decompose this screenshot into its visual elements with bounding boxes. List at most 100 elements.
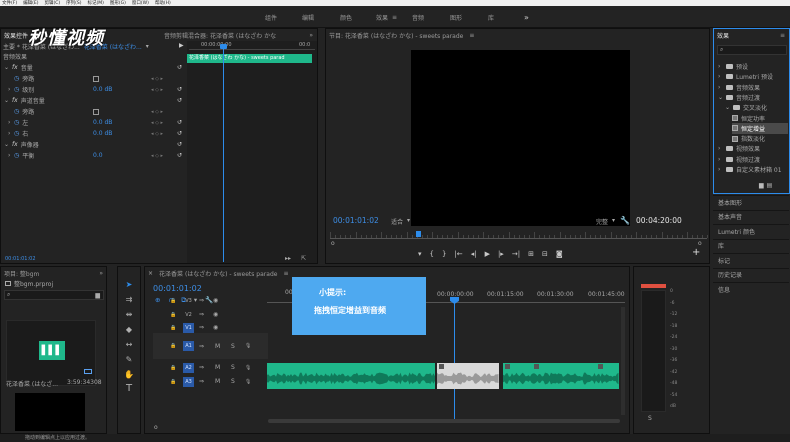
lock-icon[interactable]: 🔒	[170, 312, 176, 318]
track-target[interactable]: A3	[183, 376, 194, 387]
play-triangle-icon[interactable]: ▶	[179, 42, 184, 49]
chevron-right-icon[interactable]: ›	[718, 63, 724, 70]
chevron-down-icon[interactable]: ⌄	[725, 104, 731, 111]
chevron-down-icon[interactable]: ▾	[146, 43, 149, 50]
mute-button[interactable]: M	[215, 364, 220, 371]
effects-tree-item[interactable]: › 自定义素材箱 01	[718, 164, 788, 175]
track-header-v3[interactable]: 🔒 V3 ⇒ ◉	[153, 294, 268, 307]
project-item-thumb[interactable]: ▌▌▌	[6, 320, 96, 386]
insert-icon[interactable]: ⊞	[528, 250, 534, 258]
workspace-graphics[interactable]: 图形	[450, 7, 462, 27]
sync-lock-icon[interactable]: ⇒	[199, 311, 204, 318]
keyframe-nav[interactable]: ◂ ◇ ▸	[151, 87, 163, 93]
side-panel-tab[interactable]: Lumetri 颜色	[713, 224, 789, 237]
mini-clip[interactable]: 花泽香菜 (はなざわ かな) - sweets parad	[187, 54, 312, 63]
workspace-editing[interactable]: 编辑	[302, 7, 314, 27]
reset-icon[interactable]: ↺	[177, 152, 182, 159]
step-forward-icon[interactable]: |▸	[498, 250, 504, 258]
track-target[interactable]: A2	[183, 362, 194, 373]
quality-dropdown[interactable]: 完整 ▾	[596, 217, 615, 226]
track-header-a2[interactable]: 🔒 A2 ⇒ M S 🎙	[153, 361, 268, 374]
menu-icon[interactable]: ≡	[392, 14, 397, 21]
lock-icon[interactable]: 🔒	[170, 343, 176, 349]
mini-timeline[interactable]: 00:00:00:00 00:0 花泽香菜 (はなざわ かな) - sweets…	[187, 41, 317, 263]
new-bin-icon[interactable]: ▆	[759, 182, 764, 189]
project-item-name[interactable]: 花泽香菜 (はなざ...	[6, 379, 58, 388]
lock-icon[interactable]: 🔒	[170, 325, 176, 331]
mute-button[interactable]: M	[215, 343, 220, 350]
lock-icon[interactable]: 🔒	[170, 379, 176, 385]
stopwatch-icon[interactable]: ◷	[14, 152, 19, 159]
delete-icon[interactable]: ▤	[767, 182, 773, 189]
bypass-checkbox[interactable]	[93, 75, 99, 82]
program-playhead[interactable]	[416, 231, 421, 237]
stopwatch-icon[interactable]: ◷	[14, 108, 19, 115]
plus-icon[interactable]: +	[692, 247, 700, 258]
export-icon[interactable]: ⇱	[301, 255, 306, 262]
microphone-icon[interactable]: 🎙	[245, 343, 251, 349]
track-header-a3[interactable]: 🔒 A3 ⇒ M S 🎙	[153, 375, 268, 388]
side-panel-tab[interactable]: 基本图形	[713, 195, 789, 208]
workspace-library[interactable]: 库	[488, 7, 494, 27]
program-scrubber[interactable]	[330, 231, 709, 240]
sync-lock-icon[interactable]: ⇒	[199, 378, 204, 385]
eye-icon[interactable]: ◉	[213, 311, 218, 318]
keyframe-nav[interactable]: ◂ ◇ ▸	[151, 120, 163, 126]
workspace-audio[interactable]: 音频	[412, 7, 424, 27]
sync-lock-icon[interactable]: ⇒	[199, 364, 204, 371]
effect-header[interactable]: ⌄ fx 声道音量 ↺	[1, 95, 187, 106]
mini-playhead[interactable]	[223, 44, 224, 262]
program-tab[interactable]: 节目: 花泽香菜 (はなざわ かな) - sweets parade	[329, 31, 463, 40]
side-panel-tab[interactable]: 信息	[713, 282, 789, 295]
filter-icon[interactable]: ▸▸	[285, 255, 291, 262]
go-in-icon[interactable]: |←	[454, 250, 462, 258]
workspace-effects[interactable]: 效果 ≡	[376, 7, 397, 27]
reset-icon[interactable]: ↺	[177, 141, 182, 148]
timeline-v-scrollbar[interactable]	[621, 307, 625, 415]
marker-icon[interactable]: ▾	[418, 250, 422, 258]
chevron-right-icon[interactable]: ›	[718, 166, 724, 173]
eye-icon[interactable]: ◉	[213, 324, 218, 331]
solo-button[interactable]: S	[648, 415, 652, 422]
effect-param[interactable]: › ◷ 右 0.0 dB ↺ ◂ ◇ ▸	[1, 128, 187, 139]
timeline-h-scrollbar[interactable]	[268, 419, 620, 423]
param-value[interactable]: 0.0 dB	[93, 119, 112, 126]
play-icon[interactable]: ▶	[485, 250, 490, 258]
chevron-right-icon[interactable]: ›	[718, 156, 724, 163]
timeline-timecode[interactable]: 00:01:01:02	[153, 284, 202, 293]
solo-button[interactable]: S	[231, 364, 235, 371]
side-panel-tab[interactable]: 基本声音	[713, 209, 789, 223]
tab-effect-controls[interactable]: 效果控件	[4, 31, 28, 40]
keyframe-nav[interactable]: ◂ ◇ ▸	[151, 109, 163, 115]
audio-clip-2-selected[interactable]	[437, 363, 499, 389]
effects-tab[interactable]: 效果	[717, 31, 729, 40]
effect-param[interactable]: › ◷ 左 0.0 dB ↺ ◂ ◇ ▸	[1, 117, 187, 128]
audio-clip-1[interactable]	[267, 363, 435, 389]
scroll-left-handle[interactable]: o	[331, 240, 335, 247]
side-panel-tab[interactable]: 历史记录	[713, 267, 789, 281]
project-tab[interactable]: 项目: 整bgm	[4, 269, 39, 278]
keyframe-nav[interactable]: ◂ ◇ ▸	[151, 131, 163, 137]
timeline-tab[interactable]: 花泽香菜 (はなざわ かな) - sweets parade	[159, 269, 277, 278]
stopwatch-icon[interactable]: ◷	[14, 75, 19, 82]
sync-lock-icon[interactable]: ⇒	[199, 297, 204, 304]
chevron-right-icon[interactable]: ›	[718, 73, 724, 80]
track-select-tool-icon[interactable]: ⇉	[122, 292, 136, 306]
side-panel-tab[interactable]: 库	[713, 238, 789, 252]
effects-menu-icon[interactable]: ≡	[780, 32, 789, 39]
program-timecode[interactable]: 00:01:01:02	[333, 216, 379, 225]
param-value[interactable]: 0.0 dB	[93, 86, 112, 93]
project-thumb-2[interactable]	[15, 393, 85, 431]
mute-button[interactable]: M	[215, 378, 220, 385]
reset-icon[interactable]: ↺	[177, 64, 182, 71]
effects-search-input[interactable]: ⌕	[717, 45, 787, 55]
type-tool-icon[interactable]: T	[122, 381, 136, 395]
workspace-more-icon[interactable]: »	[524, 7, 529, 27]
effect-param[interactable]: › ◷ 级别 0.0 dB ↺ ◂ ◇ ▸	[1, 84, 187, 95]
new-bin-icon[interactable]: ▆	[95, 292, 103, 299]
razor-tool-icon[interactable]: ◆	[122, 322, 136, 336]
panel-more-icon[interactable]: »	[309, 32, 317, 39]
side-panel-tab[interactable]: 标记	[713, 253, 789, 266]
expand-chevron-icon[interactable]: ⌄	[4, 97, 9, 104]
microphone-icon[interactable]: 🎙	[245, 379, 251, 385]
